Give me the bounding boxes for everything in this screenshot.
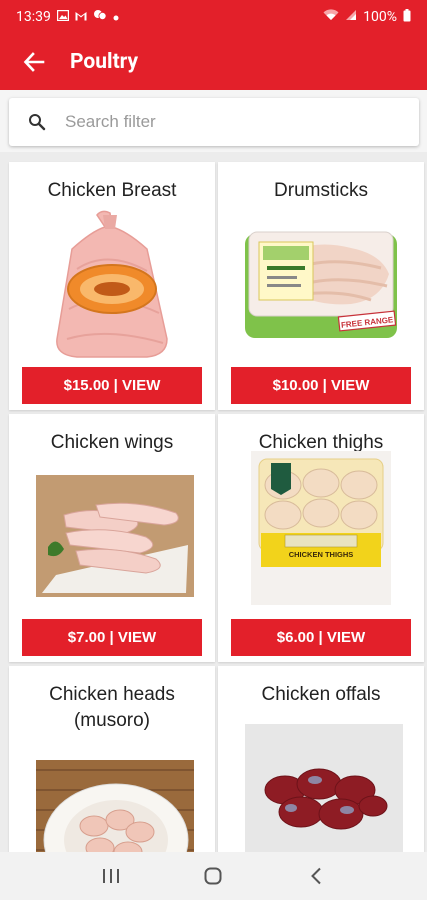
page-title: Poultry — [70, 50, 139, 74]
wifi-icon — [323, 9, 339, 25]
product-grid: Chicken Breast $15.00 | VIEW Drumsticks — [0, 152, 427, 852]
system-nav-bar — [0, 852, 427, 900]
chicken-offals-image — [242, 724, 406, 852]
home-icon — [204, 867, 222, 885]
status-time: 13:39 — [16, 9, 51, 25]
chicken-wings-image — [33, 466, 197, 606]
view-product-button[interactable]: $6.00 | VIEW — [231, 619, 411, 656]
arrow-left-icon — [23, 52, 45, 72]
view-product-button[interactable]: $15.00 | VIEW — [22, 367, 202, 404]
product-name: Chicken wings — [50, 432, 174, 453]
image-icon — [56, 9, 70, 25]
drumsticks-image: FREE RANGE — [239, 214, 403, 354]
product-card[interactable]: Drumsticks FREE RANGE $10.00 | VIEW — [218, 162, 424, 410]
product-card[interactable]: Chicken offals — [218, 666, 424, 852]
product-card[interactable]: Chicken heads (musoro) — [9, 666, 215, 852]
product-card[interactable]: Chicken wings $7.00 | VIEW — [9, 414, 215, 662]
product-name: Drumsticks — [274, 180, 368, 201]
product-name: Chicken Breast — [47, 180, 177, 201]
recents-button[interactable] — [81, 852, 141, 900]
gmail-icon — [75, 9, 87, 25]
product-card[interactable]: Chicken thighs CHICKEN THIGHS $6.00 | VI… — [218, 414, 424, 662]
status-bar: 13:39 100% — [0, 0, 427, 34]
search-area — [0, 90, 427, 152]
status-left: 13:39 — [16, 9, 119, 25]
chat-icon — [93, 9, 107, 25]
view-product-button[interactable]: $7.00 | VIEW — [22, 619, 202, 656]
product-card[interactable]: Chicken Breast $15.00 | VIEW — [9, 162, 215, 410]
search-icon — [9, 113, 65, 131]
chicken-breast-image — [30, 210, 194, 358]
recents-icon — [103, 869, 120, 883]
product-name: Chicken offals — [261, 684, 381, 705]
status-right: 100% — [323, 8, 411, 26]
signal-icon — [345, 9, 357, 25]
view-product-button[interactable]: $10.00 | VIEW — [231, 367, 411, 404]
product-name: Chicken heads (musoro) — [49, 684, 175, 731]
search-box[interactable] — [9, 98, 419, 146]
chicken-thighs-image: CHICKEN THIGHS — [239, 451, 403, 605]
back-icon — [310, 867, 321, 885]
dot-icon — [113, 9, 119, 25]
system-back-button[interactable] — [286, 852, 346, 900]
battery-icon — [403, 8, 411, 26]
home-button[interactable] — [183, 852, 243, 900]
chicken-heads-image — [33, 760, 197, 852]
battery-percent: 100% — [363, 9, 397, 25]
thighs-package-label: CHICKEN THIGHS — [289, 550, 354, 559]
search-input[interactable] — [65, 112, 395, 132]
back-button[interactable] — [6, 34, 62, 90]
app-bar: Poultry — [0, 34, 427, 90]
